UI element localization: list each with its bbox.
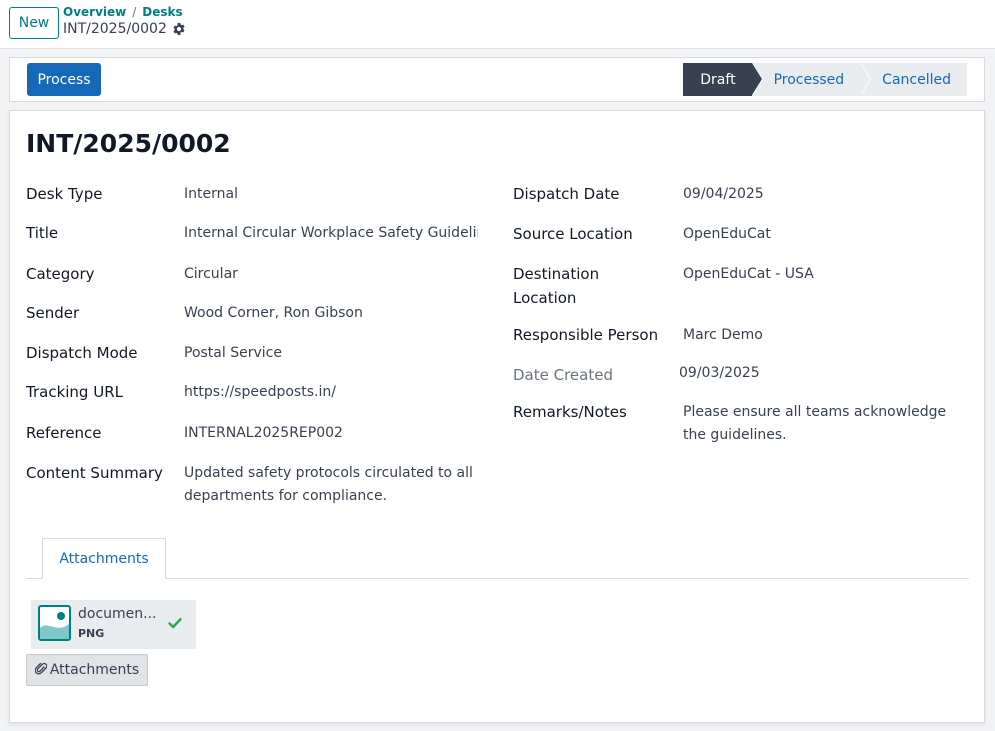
record-name-label: INT/2025/0002 bbox=[63, 21, 167, 37]
stage-pipeline: Draft Processed Cancelled bbox=[683, 63, 967, 96]
check-icon bbox=[167, 615, 183, 631]
tab-attachments[interactable]: Attachments bbox=[42, 538, 166, 579]
stage-draft[interactable]: Draft bbox=[683, 63, 763, 96]
remarks-notes-line-2[interactable]: the guidelines. bbox=[683, 424, 787, 447]
dispatch-mode-label: Dispatch Mode bbox=[26, 344, 138, 362]
tracking-url-label: Tracking URL bbox=[26, 383, 123, 401]
attachments-button-label: Attachments bbox=[49, 662, 140, 678]
destination-location-field[interactable]: OpenEduCat - USA bbox=[683, 263, 814, 286]
stage-processed[interactable]: Processed bbox=[751, 63, 872, 96]
dispatch-mode-field[interactable]: Postal Service bbox=[184, 342, 282, 365]
responsible-person-label: Responsible Person bbox=[513, 326, 659, 344]
reference-label: Reference bbox=[26, 424, 102, 442]
stage-cancelled-label: Cancelled bbox=[882, 71, 951, 88]
source-location-field[interactable]: OpenEduCat bbox=[683, 223, 771, 246]
form-sheet: INT/2025/0002 Desk Type Internal Title I… bbox=[9, 110, 985, 723]
image-file-icon bbox=[38, 605, 71, 641]
desk-type-label: Desk Type bbox=[26, 185, 103, 203]
stage-cancelled[interactable]: Cancelled bbox=[860, 63, 967, 96]
paperclip-icon bbox=[34, 661, 48, 679]
source-location-label: Source Location bbox=[513, 225, 633, 243]
date-created-field: 09/03/2025 bbox=[679, 365, 760, 381]
breadcrumb-separator: / bbox=[132, 5, 137, 19]
record-title: INT/2025/0002 bbox=[26, 129, 231, 158]
attachment-name: documen... bbox=[78, 606, 157, 622]
tracking-url-field[interactable]: https://speedposts.in/ bbox=[184, 381, 336, 404]
sender-label: Sender bbox=[26, 304, 80, 322]
destination-location-label-line-1: Destination bbox=[513, 265, 600, 283]
current-record: INT/2025/0002 bbox=[63, 21, 186, 37]
destination-location-label-line-2: Location bbox=[513, 289, 577, 307]
dispatch-date-field[interactable]: 09/04/2025 bbox=[683, 183, 764, 206]
remarks-notes-line-1[interactable]: Please ensure all teams acknowledge bbox=[683, 401, 946, 424]
date-created-label: Date Created bbox=[513, 366, 613, 384]
process-button[interactable]: Process bbox=[27, 63, 101, 96]
add-attachments-button[interactable]: Attachments bbox=[26, 654, 148, 686]
content-summary-line-2[interactable]: departments for compliance. bbox=[184, 485, 387, 508]
dispatch-date-label: Dispatch Date bbox=[513, 185, 620, 203]
new-button[interactable]: New bbox=[9, 7, 59, 39]
gear-icon[interactable] bbox=[172, 22, 186, 36]
breadcrumb: Overview / Desks bbox=[63, 5, 183, 19]
stage-draft-label: Draft bbox=[700, 71, 736, 88]
content-summary-label: Content Summary bbox=[26, 464, 163, 482]
title-label: Title bbox=[26, 224, 59, 242]
desk-type-field[interactable]: Internal bbox=[184, 183, 238, 206]
stage-processed-label: Processed bbox=[773, 71, 845, 88]
sender-field[interactable]: Wood Corner, Ron Gibson bbox=[184, 302, 363, 325]
content-summary-line-1[interactable]: Updated safety protocols circulated to a… bbox=[184, 462, 473, 485]
breadcrumb-overview[interactable]: Overview bbox=[63, 5, 126, 19]
reference-field[interactable]: INTERNAL2025REP002 bbox=[184, 422, 343, 445]
remarks-notes-label: Remarks/Notes bbox=[513, 403, 627, 421]
breadcrumb-desks[interactable]: Desks bbox=[142, 5, 182, 19]
responsible-person-field[interactable]: Marc Demo bbox=[683, 324, 763, 347]
tab-divider bbox=[26, 578, 969, 579]
category-label: Category bbox=[26, 265, 95, 283]
category-field[interactable]: Circular bbox=[184, 263, 238, 286]
title-field[interactable]: Internal Circular Workplace Safety Guide… bbox=[184, 222, 478, 245]
status-bar: Process Draft Processed Cancelled bbox=[9, 57, 985, 102]
attachment-card[interactable]: documen... PNG bbox=[31, 600, 196, 649]
attachment-extension: PNG bbox=[78, 627, 105, 640]
control-panel: New Overview / Desks INT/2025/0002 bbox=[0, 0, 995, 49]
